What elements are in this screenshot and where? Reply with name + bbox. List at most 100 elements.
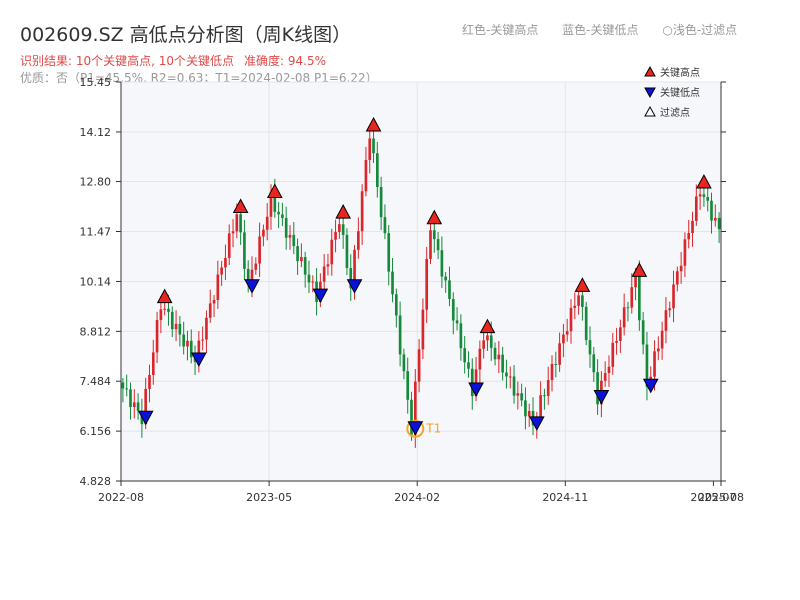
candle-body [470, 368, 474, 397]
candle-body [224, 257, 227, 268]
candle-body [512, 376, 516, 396]
candle-body [486, 335, 489, 341]
candle-body [148, 374, 151, 389]
candle-body [174, 323, 178, 330]
candle-body [220, 267, 223, 275]
candle-body [311, 281, 315, 283]
candle-body [129, 389, 132, 408]
candle-body [717, 217, 721, 230]
candle-body [212, 299, 216, 304]
candle-body [368, 138, 372, 160]
candle-body [524, 400, 527, 417]
candle-body [372, 138, 375, 154]
candle-body [489, 335, 493, 348]
candle-body [653, 351, 656, 377]
candle-body [338, 224, 341, 232]
candle-body [577, 295, 580, 306]
candle-body [698, 194, 702, 197]
y-tick-label: 8.812 [80, 325, 112, 338]
candle-body [676, 271, 679, 285]
candle-body [360, 191, 364, 232]
candle-body [691, 220, 694, 234]
candle-body [170, 311, 174, 330]
candle-body [562, 334, 565, 344]
candle-body [254, 263, 258, 270]
candle-body [527, 411, 531, 417]
candle-body [330, 239, 334, 265]
candle-body [235, 214, 239, 232]
candle-body [432, 230, 436, 240]
candle-body [679, 265, 683, 272]
x-tick-label: 2024-11 [542, 491, 588, 504]
kline-chart: T1 4.828 6.156 7.484 8.812 10.14 11.47 12.80 14… [80, 65, 744, 504]
y-tick-label: 7.484 [80, 375, 112, 388]
t1-label: T1 [425, 422, 441, 436]
candle-body [402, 354, 406, 372]
candle-body [444, 276, 448, 281]
candle-body [121, 382, 125, 389]
candle-body [611, 342, 615, 367]
candle-body [167, 308, 170, 312]
candle-body [151, 352, 155, 375]
candle-body [281, 214, 284, 219]
candle-body [322, 266, 326, 282]
legend-symbol [644, 65, 656, 77]
candle-body [216, 274, 220, 300]
candle-body [288, 234, 292, 238]
candle-body [710, 200, 713, 221]
candle-body [159, 309, 163, 321]
candle-body [136, 402, 140, 411]
candle-body [421, 309, 425, 350]
candle-body [455, 320, 459, 324]
candle-body [277, 211, 280, 215]
candle-body [550, 363, 554, 381]
candle-body [622, 307, 626, 328]
candle-body [505, 372, 508, 377]
candle-body [603, 373, 607, 381]
candle-body [326, 264, 330, 267]
candle-body [292, 234, 296, 247]
y-tick-label: 10.14 [80, 275, 112, 288]
candle-body [387, 233, 391, 272]
candle-body [588, 340, 592, 355]
candle-body [239, 214, 242, 233]
legend-label: 关键高点 [660, 66, 700, 79]
candle-body [546, 380, 550, 396]
candle-body [581, 295, 584, 307]
candle-body [357, 231, 360, 250]
candle-body [125, 388, 129, 390]
x-tick-label: 2024-02 [394, 491, 440, 504]
candle-body [641, 320, 645, 345]
y-tick-label: 11.47 [80, 226, 112, 239]
candle-body [300, 257, 303, 262]
candle-body [265, 216, 269, 230]
candle-body [657, 348, 660, 352]
candle-body [406, 371, 410, 400]
candle-body [539, 395, 542, 417]
candle-body [497, 354, 501, 360]
y-tick-label: 12.80 [80, 176, 112, 189]
candle-body [554, 363, 558, 365]
candle-body [398, 315, 402, 355]
y-tick-label: 6.156 [80, 425, 112, 438]
candle-body [186, 340, 189, 347]
x-tick-label: 2023-05 [246, 491, 292, 504]
candle-body [451, 299, 455, 321]
legend-label: 过滤点 [660, 106, 690, 119]
candle-body [706, 197, 710, 201]
candle-body [227, 233, 231, 258]
candle-body [569, 307, 573, 332]
candle-body [341, 224, 345, 235]
y-tick-label: 15.45 [80, 76, 112, 89]
candle-body [440, 250, 444, 277]
candle-body [463, 348, 466, 363]
candle-body [702, 194, 706, 198]
candle-body [638, 273, 641, 321]
candle-body [615, 340, 618, 343]
candle-body [565, 331, 569, 335]
candle-body [516, 393, 520, 396]
candle-body [672, 284, 675, 309]
candle-body [231, 231, 235, 234]
candle-body [508, 376, 512, 378]
candle-body [520, 393, 523, 401]
